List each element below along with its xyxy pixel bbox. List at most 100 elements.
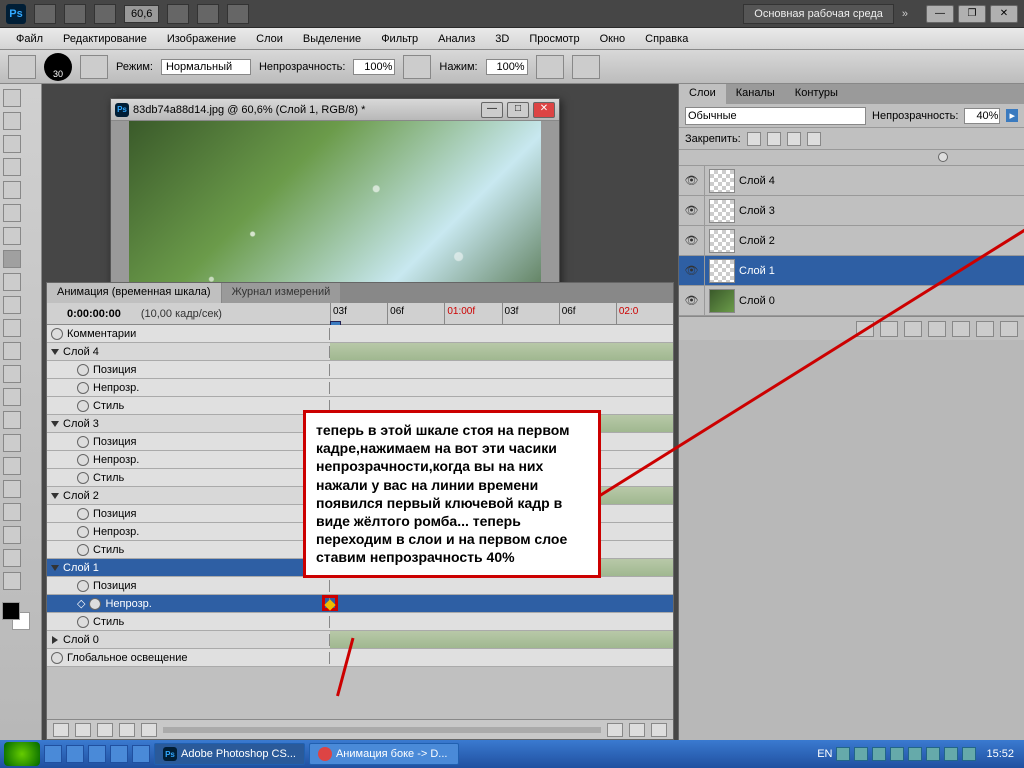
play-button[interactable] bbox=[97, 723, 113, 737]
lock-transparency-icon[interactable] bbox=[747, 132, 761, 146]
layer-thumbnail[interactable] bbox=[709, 289, 735, 313]
tab-paths[interactable]: Контуры bbox=[785, 84, 848, 104]
menu-select[interactable]: Выделение bbox=[295, 31, 369, 47]
tablet-pressure-icon[interactable] bbox=[572, 55, 600, 79]
layer-opacity-input[interactable]: 40% bbox=[964, 108, 1000, 124]
prev-frame-button[interactable] bbox=[75, 723, 91, 737]
pen-tool[interactable] bbox=[3, 411, 21, 429]
lock-position-icon[interactable] bbox=[787, 132, 801, 146]
window-restore-button[interactable]: ❐ bbox=[958, 5, 986, 23]
stopwatch-icon[interactable] bbox=[77, 508, 89, 520]
layer-thumbnail[interactable] bbox=[709, 229, 735, 253]
menu-3d[interactable]: 3D bbox=[487, 31, 517, 47]
quick-launch-icon[interactable] bbox=[44, 745, 62, 763]
flow-input[interactable]: 100% bbox=[486, 59, 528, 75]
stopwatch-icon[interactable] bbox=[77, 382, 89, 394]
language-indicator[interactable]: EN bbox=[817, 748, 832, 760]
crop-tool[interactable] bbox=[3, 181, 21, 199]
start-button[interactable] bbox=[4, 742, 40, 766]
bridge-icon[interactable] bbox=[34, 4, 56, 24]
delete-button[interactable] bbox=[629, 723, 645, 737]
layer-thumbnail[interactable] bbox=[709, 169, 735, 193]
menu-file[interactable]: Файл bbox=[8, 31, 51, 47]
tray-icon[interactable] bbox=[872, 747, 886, 761]
clone-tool[interactable] bbox=[3, 273, 21, 291]
foreground-color[interactable] bbox=[2, 602, 20, 620]
taskbar-task-browser[interactable]: Анимация боке -> D... bbox=[309, 743, 459, 765]
marquee-tool[interactable] bbox=[3, 112, 21, 130]
brush-preview[interactable]: 30 bbox=[44, 53, 72, 81]
visibility-toggle[interactable] bbox=[679, 196, 705, 225]
stopwatch-icon[interactable] bbox=[77, 472, 89, 484]
tray-icon[interactable] bbox=[836, 747, 850, 761]
layer-group-icon[interactable] bbox=[952, 321, 970, 337]
eraser-tool[interactable] bbox=[3, 319, 21, 337]
keyframe-marker[interactable] bbox=[322, 595, 338, 611]
layer-blend-mode-select[interactable]: Обычные bbox=[685, 107, 866, 125]
layer-thumbnail[interactable] bbox=[709, 199, 735, 223]
stopwatch-icon[interactable] bbox=[77, 544, 89, 556]
window-close-button[interactable]: ✕ bbox=[990, 5, 1018, 23]
layer-name[interactable]: Слой 2 bbox=[739, 235, 775, 247]
menu-layers[interactable]: Слои bbox=[248, 31, 291, 47]
lasso-tool[interactable] bbox=[3, 135, 21, 153]
taskbar-task-photoshop[interactable]: PsAdobe Photoshop CS... bbox=[154, 743, 305, 765]
opacity-input[interactable]: 100% bbox=[353, 59, 395, 75]
stopwatch-icon[interactable] bbox=[77, 400, 89, 412]
disclosure-triangle[interactable] bbox=[51, 565, 59, 571]
tray-icon[interactable] bbox=[854, 747, 868, 761]
doc-close-button[interactable]: ✕ bbox=[533, 102, 555, 118]
mb-icon[interactable] bbox=[64, 4, 86, 24]
stopwatch-icon[interactable] bbox=[77, 616, 89, 628]
arrange-icon[interactable] bbox=[197, 4, 219, 24]
screen-mode-icon[interactable] bbox=[227, 4, 249, 24]
stopwatch-icon[interactable] bbox=[51, 652, 63, 664]
workspace-selector[interactable]: Основная рабочая среда bbox=[743, 4, 894, 24]
tray-icon[interactable] bbox=[962, 747, 976, 761]
gradient-tool[interactable] bbox=[3, 342, 21, 360]
visibility-toggle[interactable] bbox=[679, 226, 705, 255]
move-tool[interactable] bbox=[3, 89, 21, 107]
opacity-flyout-icon[interactable]: ▸ bbox=[1006, 109, 1018, 122]
clock[interactable]: 15:52 bbox=[980, 748, 1020, 760]
path-select-tool[interactable] bbox=[3, 457, 21, 475]
visibility-toggle[interactable] bbox=[679, 256, 705, 285]
disclosure-triangle[interactable] bbox=[51, 421, 59, 427]
layer-fx-icon[interactable] bbox=[880, 321, 898, 337]
3d-tool[interactable] bbox=[3, 503, 21, 521]
doc-maximize-button[interactable]: □ bbox=[507, 102, 529, 118]
tab-animation[interactable]: Анимация (временная шкала) bbox=[47, 283, 222, 303]
healing-tool[interactable] bbox=[3, 227, 21, 245]
lock-pixels-icon[interactable] bbox=[767, 132, 781, 146]
brush-tool[interactable] bbox=[3, 250, 21, 268]
hand-icon[interactable] bbox=[167, 4, 189, 24]
new-layer-icon[interactable] bbox=[976, 321, 994, 337]
zoom-tool[interactable] bbox=[3, 549, 21, 567]
disclosure-triangle[interactable] bbox=[51, 349, 59, 355]
lock-all-icon[interactable] bbox=[807, 132, 821, 146]
timeline-layer[interactable]: Слой 4 bbox=[63, 346, 99, 358]
dodge-tool[interactable] bbox=[3, 388, 21, 406]
doc-minimize-button[interactable]: — bbox=[481, 102, 503, 118]
layer-row[interactable]: Слой 4 bbox=[679, 166, 1024, 196]
tab-layers[interactable]: Слои bbox=[679, 84, 726, 104]
menu-analysis[interactable]: Анализ bbox=[430, 31, 483, 47]
type-tool[interactable] bbox=[3, 434, 21, 452]
delete-layer-icon[interactable] bbox=[1000, 321, 1018, 337]
quick-launch-icon[interactable] bbox=[110, 745, 128, 763]
opacity-pressure-icon[interactable] bbox=[403, 55, 431, 79]
tray-volume-icon[interactable] bbox=[890, 747, 904, 761]
timeline-layer[interactable]: Слой 1 bbox=[63, 562, 99, 574]
stopwatch-icon[interactable] bbox=[51, 328, 63, 340]
eyedropper-tool[interactable] bbox=[3, 204, 21, 222]
menu-edit[interactable]: Редактирование bbox=[55, 31, 155, 47]
layer-name[interactable]: Слой 4 bbox=[739, 175, 775, 187]
tray-icon[interactable] bbox=[926, 747, 940, 761]
history-brush-tool[interactable] bbox=[3, 296, 21, 314]
next-frame-button[interactable] bbox=[119, 723, 135, 737]
menu-image[interactable]: Изображение bbox=[159, 31, 244, 47]
layer-row[interactable]: Слой 3 bbox=[679, 196, 1024, 226]
layer-name[interactable]: Слой 3 bbox=[739, 205, 775, 217]
window-minimize-button[interactable]: — bbox=[926, 5, 954, 23]
timeline-layer[interactable]: Слой 2 bbox=[63, 490, 99, 502]
